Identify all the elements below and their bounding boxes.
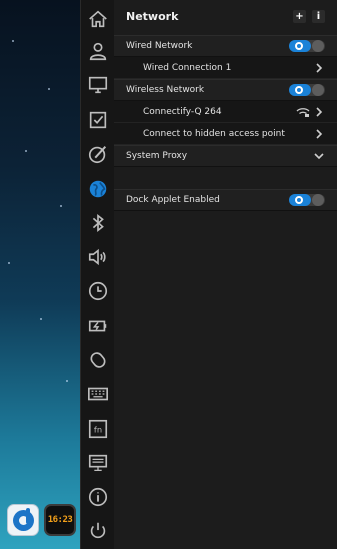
shortcuts-icon-text: fn [94, 425, 102, 435]
wireless-network-label: Wireless Network [126, 85, 205, 95]
system-proxy-label: System Proxy [126, 151, 188, 161]
toggle-knob [312, 40, 324, 52]
star [40, 318, 42, 320]
power-battery-icon[interactable] [85, 313, 111, 339]
wireless-network-row: Wireless Network [114, 79, 337, 101]
network-globe-icon[interactable] [85, 176, 111, 202]
date-time-icon[interactable] [85, 278, 111, 304]
wireless-ap-item[interactable]: Connectify-Q 264 [114, 101, 337, 123]
bluetooth-icon[interactable] [85, 210, 111, 236]
toggle-on-mark [295, 86, 303, 94]
chevron-right-icon [316, 128, 323, 139]
wireless-network-toggle[interactable] [289, 84, 325, 96]
chevron-right-icon [316, 62, 323, 73]
dock-applet-toggle[interactable] [289, 194, 325, 206]
launcher-logo-stem [26, 508, 30, 524]
dock-clock-time: 16:23 [47, 515, 73, 525]
star [25, 150, 27, 152]
wired-connection-label: Wired Connection 1 [143, 62, 232, 73]
system-proxy-row[interactable]: System Proxy [114, 145, 337, 167]
settings-sidebar: fn [80, 0, 114, 549]
screen: 16:23 fn Network + i Wired Network Wired… [0, 0, 337, 549]
dock-clock[interactable]: 16:23 [44, 504, 76, 536]
toggle-knob [312, 194, 324, 206]
personalization-icon[interactable] [85, 141, 111, 167]
toggle-on-mark [295, 196, 303, 204]
wifi-signal-lock-icon [296, 107, 310, 117]
info-icon[interactable] [85, 484, 111, 510]
dock-applet-row: Dock Applet Enabled [114, 189, 337, 211]
panel-header: Network + i [114, 0, 337, 34]
wired-network-label: Wired Network [126, 41, 193, 51]
wireless-ssid-label: Connectify-Q 264 [143, 106, 222, 117]
page-title: Network [126, 10, 179, 23]
info-button[interactable]: i [312, 10, 325, 23]
dock-applet-label: Dock Applet Enabled [126, 195, 220, 205]
toggle-knob [312, 84, 324, 96]
wired-connection-item[interactable]: Wired Connection 1 [114, 57, 337, 79]
home-icon[interactable] [85, 6, 111, 32]
default-apps-icon[interactable] [85, 107, 111, 133]
user-icon[interactable] [85, 38, 111, 64]
star [60, 205, 62, 207]
hidden-ap-label: Connect to hidden access point [143, 128, 285, 139]
mouse-icon[interactable] [85, 347, 111, 373]
display-icon[interactable] [85, 72, 111, 98]
system-info-icon[interactable] [85, 450, 111, 476]
star [48, 88, 50, 90]
star [8, 262, 10, 264]
deepin-launcher-icon[interactable] [7, 504, 39, 536]
keyboard-icon[interactable] [85, 381, 111, 407]
desktop-wallpaper: 16:23 [0, 0, 80, 549]
chevron-right-icon [316, 106, 323, 117]
network-panel: Network + i Wired Network Wired Connecti… [114, 0, 337, 549]
star [66, 380, 68, 382]
shortcuts-icon[interactable]: fn [85, 416, 111, 442]
toggle-on-mark [295, 42, 303, 50]
hidden-ap-item[interactable]: Connect to hidden access point [114, 123, 337, 145]
wired-network-row: Wired Network [114, 35, 337, 57]
shutdown-icon[interactable] [85, 518, 111, 544]
wired-network-toggle[interactable] [289, 40, 325, 52]
sound-icon[interactable] [85, 244, 111, 270]
add-connection-button[interactable]: + [293, 10, 306, 23]
star [12, 40, 14, 42]
chevron-down-icon [314, 153, 324, 160]
